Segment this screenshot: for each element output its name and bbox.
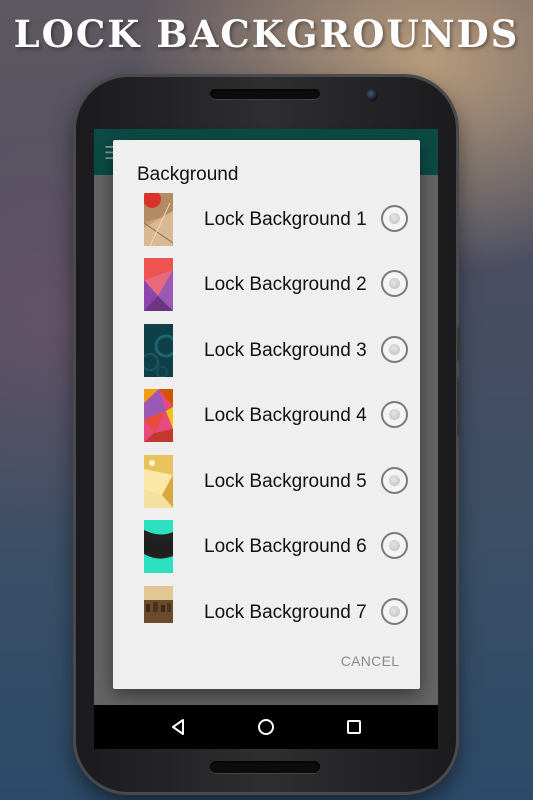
front-camera-icon <box>366 89 378 101</box>
promo-title: LOCK BACKGROUNDS <box>13 12 520 56</box>
earpiece-speaker <box>210 89 320 99</box>
option-label: Lock Background 2 <box>204 274 367 295</box>
background-thumbnail <box>144 324 173 377</box>
option-label: Lock Background 7 <box>204 602 367 623</box>
background-thumbnail <box>144 193 173 246</box>
radio-button[interactable] <box>381 336 408 363</box>
background-thumbnail <box>144 455 173 508</box>
background-option-6[interactable]: Lock Background 6 <box>113 520 420 576</box>
radio-button[interactable] <box>381 598 408 625</box>
background-option-1[interactable]: Lock Background 1 <box>113 193 420 249</box>
option-label: Lock Background 6 <box>204 536 367 557</box>
back-triangle-icon[interactable] <box>163 712 193 742</box>
option-label: Lock Background 5 <box>204 471 367 492</box>
dialog-title: Background <box>137 164 239 185</box>
phone-volume-button <box>457 377 461 437</box>
background-option-4[interactable]: Lock Background 4 <box>113 389 420 445</box>
option-label: Lock Background 3 <box>204 340 367 361</box>
home-circle-icon[interactable] <box>251 712 281 742</box>
background-option-7[interactable]: Lock Background 7 <box>113 586 420 642</box>
background-option-3[interactable]: Lock Background 3 <box>113 324 420 380</box>
radio-button[interactable] <box>381 532 408 559</box>
option-label: Lock Background 4 <box>204 405 367 426</box>
background-option-5[interactable]: Lock Background 5 <box>113 455 420 511</box>
background-option-2[interactable]: Lock Background 2 <box>113 258 420 314</box>
radio-button[interactable] <box>381 401 408 428</box>
option-label: Lock Background 1 <box>204 209 367 230</box>
background-thumbnail <box>144 586 173 623</box>
cancel-button[interactable]: CANCEL <box>330 647 410 675</box>
background-dialog: Background Lock Background 1 Lock Backgr… <box>113 140 420 689</box>
background-thumbnail <box>144 389 173 442</box>
radio-button[interactable] <box>381 467 408 494</box>
radio-button[interactable] <box>381 270 408 297</box>
phone-side-button <box>457 327 461 361</box>
background-thumbnail <box>144 520 173 573</box>
radio-button[interactable] <box>381 205 408 232</box>
bottom-speaker <box>210 761 320 773</box>
recents-square-icon[interactable] <box>339 712 369 742</box>
background-thumbnail <box>144 258 173 311</box>
system-nav-bar <box>94 705 438 749</box>
